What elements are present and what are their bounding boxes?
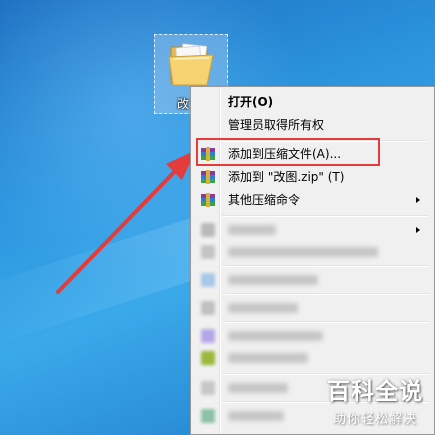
winrar-archive-icon [201,170,215,184]
blurred-menu-item[interactable] [195,241,432,263]
blurred-item-icon [201,273,215,287]
blurred-menu-item[interactable] [195,325,432,347]
menu-item-open[interactable]: 打开(O) [195,91,432,113]
blurred-item-icon [201,245,215,259]
menu-item-add-to-zip[interactable]: 添加到 "改图.zip" (T) [195,166,432,188]
menu-item-take-ownership[interactable]: 管理员取得所有权 [195,114,432,136]
blurred-menu-item[interactable] [195,297,432,319]
blurred-item-text [228,303,298,313]
blurred-item-text [228,247,378,257]
winrar-archive-icon [201,193,215,207]
menu-separator [222,293,428,295]
folder-icon [168,43,214,86]
blurred-menu-item[interactable] [195,219,432,241]
blurred-item-icon [201,223,215,237]
blurred-item-icon [201,351,215,365]
desktop-background: 改 打开(O) 管理员取得所有权 添加到压缩文件(A)... 添加到 "改图.z… [0,0,435,435]
menu-item-take-ownership-label: 管理员取得所有权 [228,118,325,132]
blurred-item-icon [201,329,215,343]
blurred-item-text [228,331,323,341]
blurred-item-icon [201,409,215,423]
submenu-arrow-icon [416,227,420,233]
blurred-item-text [228,225,276,235]
blurred-item-text [228,353,308,363]
blurred-menu-item[interactable] [195,269,432,291]
menu-separator [222,215,428,217]
watermark-sub-text: 助你轻松解决 [332,412,417,427]
folder-label: 改 [177,97,190,111]
blurred-item-icon [201,381,215,395]
blurred-item-text [228,275,318,285]
blurred-item-text [228,383,288,393]
red-highlight-box [196,138,380,166]
menu-item-open-label: 打开(O) [228,95,274,109]
menu-separator [222,321,428,323]
menu-separator [222,265,428,267]
menu-item-other-compress-commands[interactable]: 其他压缩命令 [195,189,432,211]
blurred-menu-item[interactable] [195,347,432,369]
watermark-main-text: 百科全说 [327,379,423,405]
submenu-arrow-icon [416,197,420,203]
menu-item-other-compress-commands-label: 其他压缩命令 [228,193,301,207]
blurred-item-text [228,411,284,421]
watermark-logo: 百科全说 助你轻松解决 [327,372,423,427]
blurred-item-icon [201,301,215,315]
menu-item-add-to-zip-label: 添加到 "改图.zip" (T) [228,170,345,184]
